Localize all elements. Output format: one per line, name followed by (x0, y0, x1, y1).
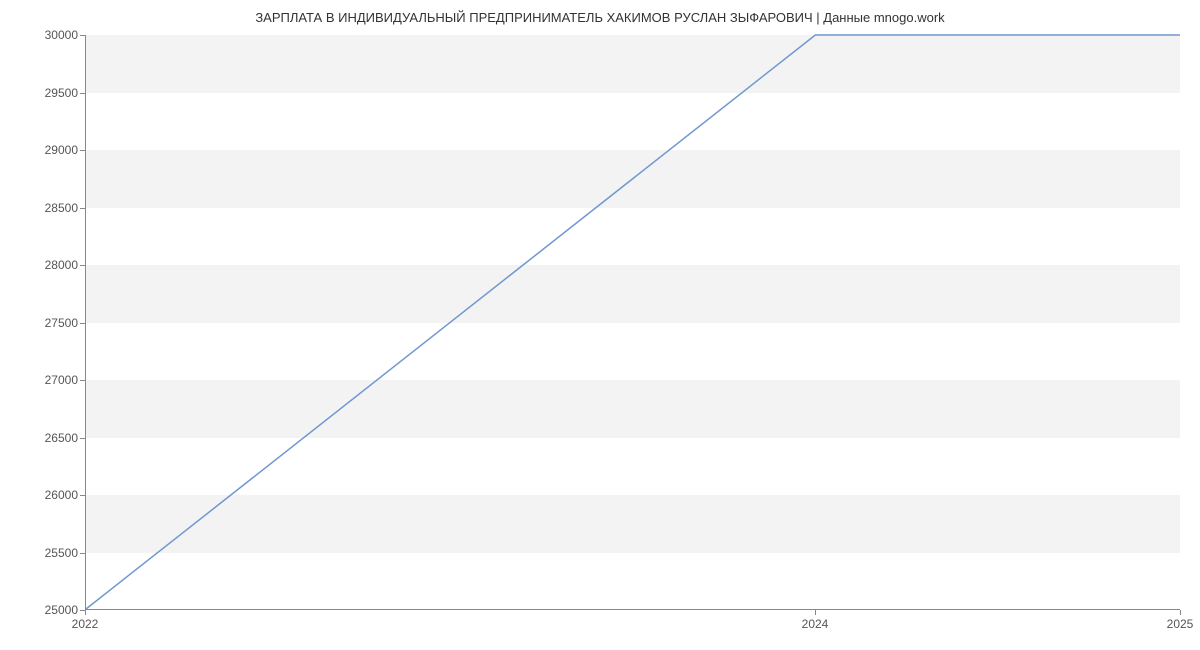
x-tick-label: 2022 (72, 617, 99, 631)
y-tick-label: 25000 (8, 603, 78, 617)
y-tick-label: 26000 (8, 488, 78, 502)
y-tick-label: 28500 (8, 201, 78, 215)
chart-title: ЗАРПЛАТА В ИНДИВИДУАЛЬНЫЙ ПРЕДПРИНИМАТЕЛ… (0, 10, 1200, 25)
x-tick-mark (85, 610, 86, 615)
y-tick-mark (80, 93, 85, 94)
y-tick-mark (80, 208, 85, 209)
y-tick-label: 30000 (8, 28, 78, 42)
y-tick-mark (80, 35, 85, 36)
y-tick-label: 25500 (8, 546, 78, 560)
y-tick-label: 28000 (8, 258, 78, 272)
y-tick-mark (80, 265, 85, 266)
y-tick-label: 29000 (8, 143, 78, 157)
x-tick-mark (815, 610, 816, 615)
y-tick-mark (80, 150, 85, 151)
y-tick-mark (80, 438, 85, 439)
y-tick-mark (80, 323, 85, 324)
line-series (86, 35, 1180, 609)
y-tick-mark (80, 553, 85, 554)
y-tick-label: 27000 (8, 373, 78, 387)
x-tick-label: 2024 (802, 617, 829, 631)
y-tick-label: 26500 (8, 431, 78, 445)
y-tick-mark (80, 495, 85, 496)
y-tick-label: 27500 (8, 316, 78, 330)
x-tick-label: 2025 (1167, 617, 1194, 631)
y-tick-mark (80, 380, 85, 381)
plot-area (85, 35, 1180, 610)
x-tick-mark (1180, 610, 1181, 615)
y-tick-label: 29500 (8, 86, 78, 100)
